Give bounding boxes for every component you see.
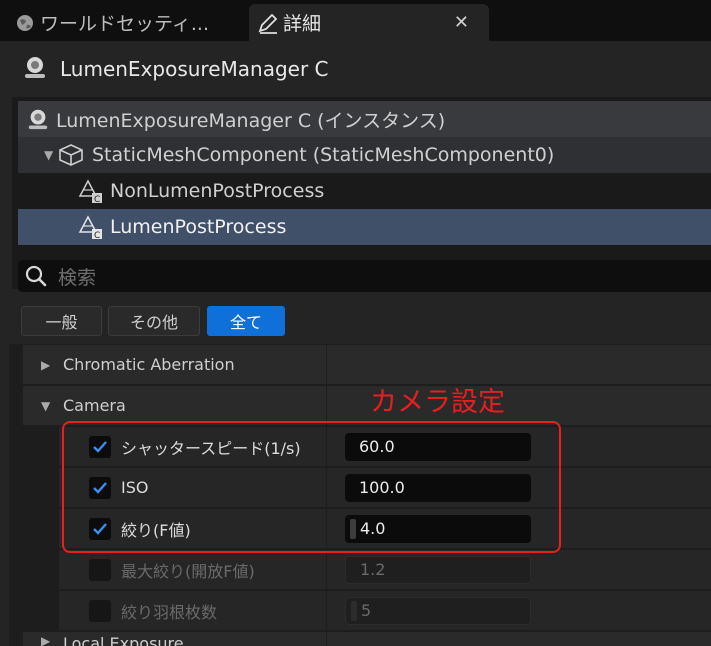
property-label: 絞り羽根枚数 — [121, 602, 218, 622]
category-camera[interactable]: ▼ Camera — [9, 385, 711, 425]
tree-item-static-mesh[interactable]: ▼ StaticMeshComponent (StaticMeshCompone… — [18, 137, 711, 173]
tree-item-label: LumenExposureManager C (インスタンス) — [56, 109, 446, 132]
max-aperture-input[interactable]: 1.2 — [345, 555, 531, 584]
search-input[interactable]: 検索 — [18, 260, 711, 292]
category-local-exposure[interactable]: ▶ Local Exposure — [9, 631, 711, 646]
search-placeholder: 検索 — [58, 266, 97, 289]
globe-icon — [10, 13, 40, 33]
tab-label: ワールドセッティ... — [40, 13, 209, 35]
tree-item-label: LumenPostProcess — [110, 216, 287, 238]
static-mesh-icon — [58, 143, 92, 167]
tab-bar: ワールドセッティ... 詳細 ✕ — [0, 0, 711, 41]
property-label: 最大絞り(開放F値) — [121, 561, 255, 581]
blade-count-value: 5 — [361, 601, 372, 620]
category-name-cell: ▶ Local Exposure — [23, 632, 326, 646]
close-icon[interactable]: ✕ — [454, 12, 469, 33]
category-label: Local Exposure — [63, 634, 184, 646]
tree-item-label: StaticMeshComponent (StaticMeshComponent… — [92, 144, 555, 166]
chevron-down-icon[interactable]: ▼ — [44, 148, 58, 162]
property-name-cell: 絞り羽根枚数 — [59, 591, 326, 630]
chevron-right-icon[interactable]: ▶ — [41, 634, 63, 646]
property-value-cell: 1.2 — [327, 550, 711, 589]
category-name-cell: ▼ Camera — [23, 386, 326, 425]
filter-all-button[interactable]: 全て — [207, 306, 285, 336]
category-value-cell — [327, 632, 711, 646]
tree-item-label: NonLumenPostProcess — [110, 180, 325, 202]
tab-label: 詳細 — [283, 13, 322, 35]
category-label: Camera — [63, 396, 126, 415]
tree-item-lumen-post-process[interactable]: C LumenPostProcess — [18, 209, 711, 245]
property-row-max-aperture: 最大絞り(開放F値) 1.2 — [9, 549, 711, 589]
svg-text:C: C — [94, 195, 100, 204]
category-name-cell: ▶ Chromatic Aberration — [23, 345, 326, 384]
actor-icon — [22, 54, 50, 84]
override-checkbox[interactable] — [89, 599, 111, 622]
slider-handle[interactable] — [351, 600, 357, 621]
annotation-box — [62, 421, 561, 553]
category-label: Chromatic Aberration — [63, 355, 235, 374]
category-chromatic-aberration[interactable]: ▶ Chromatic Aberration — [9, 344, 711, 384]
filter-general-button[interactable]: 一般 — [21, 306, 102, 336]
filter-other-button[interactable]: その他 — [108, 306, 200, 336]
post-process-component-icon: C — [78, 178, 110, 204]
tree-item-non-lumen-post-process[interactable]: C NonLumenPostProcess — [18, 173, 711, 209]
post-process-component-icon: C — [78, 214, 110, 240]
category-value-cell — [327, 345, 711, 384]
property-name-cell: 最大絞り(開放F値) — [59, 550, 326, 589]
tab-details[interactable]: 詳細 ✕ — [249, 4, 489, 41]
object-title: LumenExposureManager C — [60, 57, 329, 81]
pencil-icon — [253, 12, 283, 34]
chevron-right-icon[interactable]: ▶ — [41, 358, 63, 372]
override-checkbox[interactable] — [89, 558, 111, 581]
annotation-label: カメラ設定 — [370, 387, 505, 418]
property-row-blade-count: 絞り羽根枚数 5 — [9, 590, 711, 630]
blade-count-slider-input[interactable]: 5 — [345, 596, 531, 625]
details-panel: LumenExposureManager C LumenExposureMana… — [0, 41, 711, 646]
property-value-cell: 5 — [327, 591, 711, 630]
actor-icon — [26, 107, 56, 131]
tree-item-actor[interactable]: LumenExposureManager C (インスタンス) — [18, 101, 711, 137]
chevron-down-icon[interactable]: ▼ — [41, 399, 63, 413]
object-header: LumenExposureManager C — [0, 41, 711, 97]
tab-world-settings[interactable]: ワールドセッティ... — [0, 4, 230, 41]
svg-text:C: C — [94, 231, 100, 240]
search-icon — [24, 264, 48, 288]
